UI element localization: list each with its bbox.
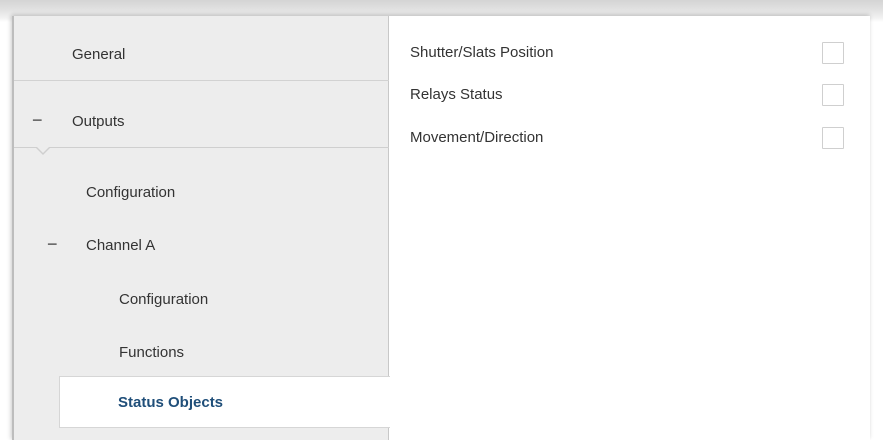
option-label: Shutter/Slats Position xyxy=(410,43,554,61)
sidebar-item-configuration[interactable]: Configuration xyxy=(14,166,389,218)
screenshot-frame: General − Outputs Configuration − Channe… xyxy=(0,0,883,440)
sidebar-item-label: Configuration xyxy=(119,290,209,308)
collapse-icon[interactable]: − xyxy=(47,234,58,255)
sidebar-item-label: General xyxy=(72,46,126,63)
option-row: Relays Status xyxy=(410,77,850,111)
parameter-panel: Shutter/Slats Position Relays Status Mov… xyxy=(390,16,870,440)
movement-direction-checkbox[interactable] xyxy=(822,127,844,149)
sidebar-item-label: Status Objects xyxy=(118,393,224,411)
relays-status-checkbox[interactable] xyxy=(822,84,844,106)
sidebar-item-status-objects[interactable]: Status Objects xyxy=(59,376,390,428)
option-row: Shutter/Slats Position xyxy=(410,35,850,69)
sidebar-item-functions[interactable]: Functions xyxy=(14,326,389,378)
sidebar: General − Outputs Configuration − Channe… xyxy=(14,16,390,440)
parameter-window: General − Outputs Configuration − Channe… xyxy=(12,16,870,440)
shutter-slats-position-checkbox[interactable] xyxy=(822,42,844,64)
sidebar-item-label: Functions xyxy=(119,343,185,361)
sidebar-item-channel-a[interactable]: − Channel A xyxy=(14,219,389,271)
option-label: Relays Status xyxy=(410,85,503,103)
option-row: Movement/Direction xyxy=(410,120,850,154)
option-label: Movement/Direction xyxy=(410,128,544,146)
sidebar-item-outputs[interactable]: − Outputs xyxy=(14,95,389,148)
pointer-notch-fill xyxy=(37,147,49,153)
sidebar-item-general[interactable]: General xyxy=(14,29,389,81)
sidebar-item-label: Configuration xyxy=(86,183,176,201)
collapse-icon[interactable]: − xyxy=(32,110,43,131)
sidebar-item-label: Channel A xyxy=(86,236,156,254)
sidebar-item-channel-configuration[interactable]: Configuration xyxy=(14,273,389,325)
sidebar-item-label: Outputs xyxy=(72,112,125,130)
